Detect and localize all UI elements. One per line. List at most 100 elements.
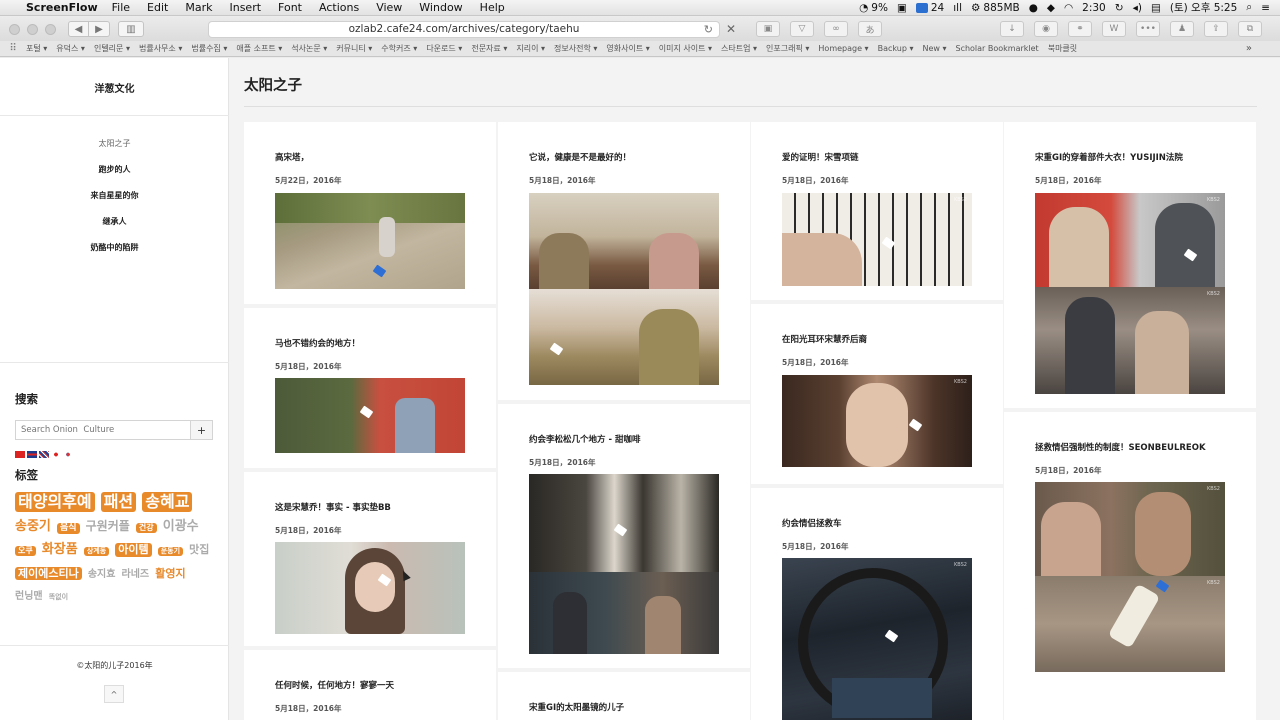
post-thumbnail[interactable]	[275, 542, 465, 634]
person-icon[interactable]: ♟	[1170, 21, 1194, 37]
flag-jp-icon[interactable]	[51, 451, 61, 458]
bookmark-item[interactable]: 유덕스 ▾	[56, 43, 85, 54]
bookmark-item[interactable]: 전문자료 ▾	[471, 43, 507, 54]
app-menu[interactable]: ScreenFlow	[26, 1, 98, 14]
post-card[interactable]: 约会李松松几个地方 - 甜咖啡 5月18日，2016年	[498, 404, 750, 668]
sync-icon[interactable]: ↻	[1115, 2, 1124, 14]
clock-status[interactable]: 2:30	[1082, 2, 1106, 14]
sidebar-item-taiyang[interactable]: 太阳之子	[0, 138, 229, 149]
tag-cloud-item[interactable]: 아이템	[115, 543, 152, 557]
back-to-top-button[interactable]: ^	[104, 685, 124, 703]
cpu-status[interactable]: ◔ 9%	[859, 2, 888, 14]
volume-icon[interactable]: ◂)	[1133, 2, 1142, 14]
memory-status[interactable]: ⚙ 885MB	[971, 2, 1020, 14]
flag-uk-icon[interactable]	[39, 451, 49, 458]
post-title[interactable]: 宋重GI的太阳墨镜的儿子	[529, 701, 624, 713]
menu-mark[interactable]: Mark	[185, 1, 212, 14]
bookmark-item[interactable]: 포털 ▾	[26, 43, 47, 54]
pocket-icon[interactable]: ▽	[790, 21, 814, 37]
mail-status[interactable]: 24	[915, 2, 944, 14]
screen-record-icon[interactable]: ▣	[897, 2, 907, 14]
signal-icon[interactable]: ıll	[953, 2, 962, 14]
post-card[interactable]: 在阳光耳环宋慧乔后裔 5月18日，2016年 KBS2	[751, 304, 1003, 484]
tag-cloud-item[interactable]: 제이에스티나	[15, 566, 82, 581]
translate-icon[interactable]: あ	[858, 21, 882, 37]
bookmark-item[interactable]: 커뮤니티 ▾	[336, 43, 372, 54]
apps-grid-icon[interactable]: ⠿	[0, 43, 26, 54]
tag-cloud-item[interactable]: 상계동	[83, 547, 110, 556]
bookmark-item[interactable]: Homepage ▾	[818, 44, 868, 53]
post-card[interactable]: 宋重GI的穿着部件大衣！YUSIJIN法院 5月18日，2016年 KBS2 K…	[1004, 122, 1256, 408]
post-title[interactable]: 约会李松松几个地方 - 甜咖啡	[529, 433, 640, 445]
sidebar-item-from-the-stars[interactable]: 来自星星的你	[0, 190, 229, 201]
sidebar-toggle-button[interactable]: ▥	[118, 21, 144, 37]
tag-cloud-item[interactable]: 오쿠	[15, 546, 36, 557]
dropbox-icon[interactable]: ◆	[1047, 2, 1055, 14]
post-thumbnail[interactable]: KBS2	[782, 375, 972, 467]
bookmark-item[interactable]: 스타트업 ▾	[721, 43, 757, 54]
chain-icon[interactable]: ⚭	[1068, 21, 1092, 37]
menu-edit[interactable]: Edit	[147, 1, 168, 14]
tag-cloud-item[interactable]: 태양의후예	[15, 492, 95, 512]
link-icon[interactable]: ∞	[824, 21, 848, 37]
reload-icon[interactable]: ↻	[704, 23, 713, 36]
post-title[interactable]: 马也不错约会的地方！	[275, 337, 360, 349]
post-thumbnail[interactable]: KBS2	[782, 193, 972, 286]
zoom-window-button[interactable]	[45, 23, 56, 35]
wifi-icon[interactable]: ◠	[1064, 2, 1073, 14]
bookmark-item[interactable]: 북마클릿	[1048, 43, 1077, 54]
word-icon[interactable]: W	[1102, 21, 1126, 37]
post-thumbnail[interactable]	[529, 193, 719, 289]
bookmarks-overflow-icon[interactable]: »	[1246, 43, 1280, 54]
tag-cloud-item[interactable]: 패션	[100, 492, 137, 512]
bookmark-item[interactable]: Backup ▾	[878, 44, 914, 53]
post-card[interactable]: 马也不错约会的地方！ 5月18日，2016年	[244, 308, 496, 468]
tag-cloud-item[interactable]: 맛집	[189, 543, 209, 557]
post-title[interactable]: 高宋塔，	[275, 151, 309, 163]
address-bar[interactable]: ozlab2.cafe24.com/archives/category/taeh…	[208, 20, 720, 38]
post-card[interactable]: 爱的证明！宋雪项链 5月18日，2016年 KBS2	[751, 122, 1003, 300]
input-icon[interactable]: ▤	[1151, 2, 1161, 14]
bookmark-item[interactable]: New ▾	[922, 44, 946, 53]
menu-file[interactable]: File	[112, 1, 130, 14]
post-title[interactable]: 它说，健康是不是最好的！	[529, 151, 631, 163]
post-thumbnail[interactable]: KBS2	[1035, 287, 1225, 394]
minimize-window-button[interactable]	[27, 23, 38, 35]
bookmark-item[interactable]: 법률사무소 ▾	[139, 43, 182, 54]
stop-button[interactable]: ✕	[726, 22, 736, 36]
post-thumbnail[interactable]: KBS2	[1035, 576, 1225, 672]
tag-cloud-item[interactable]: 똑없이	[49, 593, 68, 602]
post-card[interactable]: 这是宋慧乔！事实 - 事实垫BB 5月18日，2016年	[244, 472, 496, 646]
forward-button[interactable]: ▶	[89, 21, 110, 37]
close-window-button[interactable]	[9, 23, 20, 35]
tag-cloud-item[interactable]: 라네즈	[122, 569, 150, 582]
tag-cloud-item[interactable]: 음식	[56, 523, 80, 535]
sidebar-item-cheese-trap[interactable]: 奶酪中的陷阱	[0, 242, 229, 253]
bookmark-item[interactable]: Scholar Bookmarklet	[955, 44, 1038, 53]
post-title[interactable]: 拯救情侣强制性的制度！SEONBEULREOK	[1035, 441, 1206, 453]
share-icon[interactable]: ⇪	[1204, 21, 1228, 37]
sidebar-item-running-man[interactable]: 跑步的人	[0, 164, 229, 175]
sidebar-item-heirs[interactable]: 继承人	[0, 216, 229, 227]
post-thumbnail[interactable]	[275, 193, 465, 289]
flag-tw-icon[interactable]	[27, 451, 37, 458]
flag-kr-icon[interactable]	[63, 451, 73, 458]
bookmark-item[interactable]: 애플 소프트 ▾	[236, 43, 282, 54]
post-title[interactable]: 在阳光耳环宋慧乔后裔	[782, 333, 867, 345]
post-thumbnail[interactable]	[529, 572, 719, 654]
menu-actions[interactable]: Actions	[319, 1, 359, 14]
datetime-status[interactable]: (토) 오후 5:25	[1170, 0, 1237, 15]
bookmark-item[interactable]: 법률수집 ▾	[191, 43, 227, 54]
post-title[interactable]: 任何时候，任何地方！寥寥一天	[275, 679, 394, 691]
flag-cn-icon[interactable]	[15, 451, 25, 458]
post-card[interactable]: 它说，健康是不是最好的！ 5月18日，2016年	[498, 122, 750, 400]
post-thumbnail[interactable]	[529, 289, 719, 385]
menu-insert[interactable]: Insert	[229, 1, 261, 14]
post-title[interactable]: 这是宋慧乔！事实 - 事实垫BB	[275, 501, 391, 513]
post-card[interactable]: 约会情侣拯救车 5月18日，2016年 KBS2	[751, 488, 1003, 720]
tag-cloud-item[interactable]: 송중기	[15, 519, 51, 535]
post-card[interactable]: 拯救情侣强制性的制度！SEONBEULREOK 5月18日，2016年 KBS2…	[1004, 412, 1256, 720]
tag-cloud-item[interactable]: 구원커플	[86, 519, 130, 534]
post-card[interactable]: 高宋塔， 5月22日，2016年	[244, 122, 496, 304]
extension-icon[interactable]: ▣	[756, 21, 780, 37]
